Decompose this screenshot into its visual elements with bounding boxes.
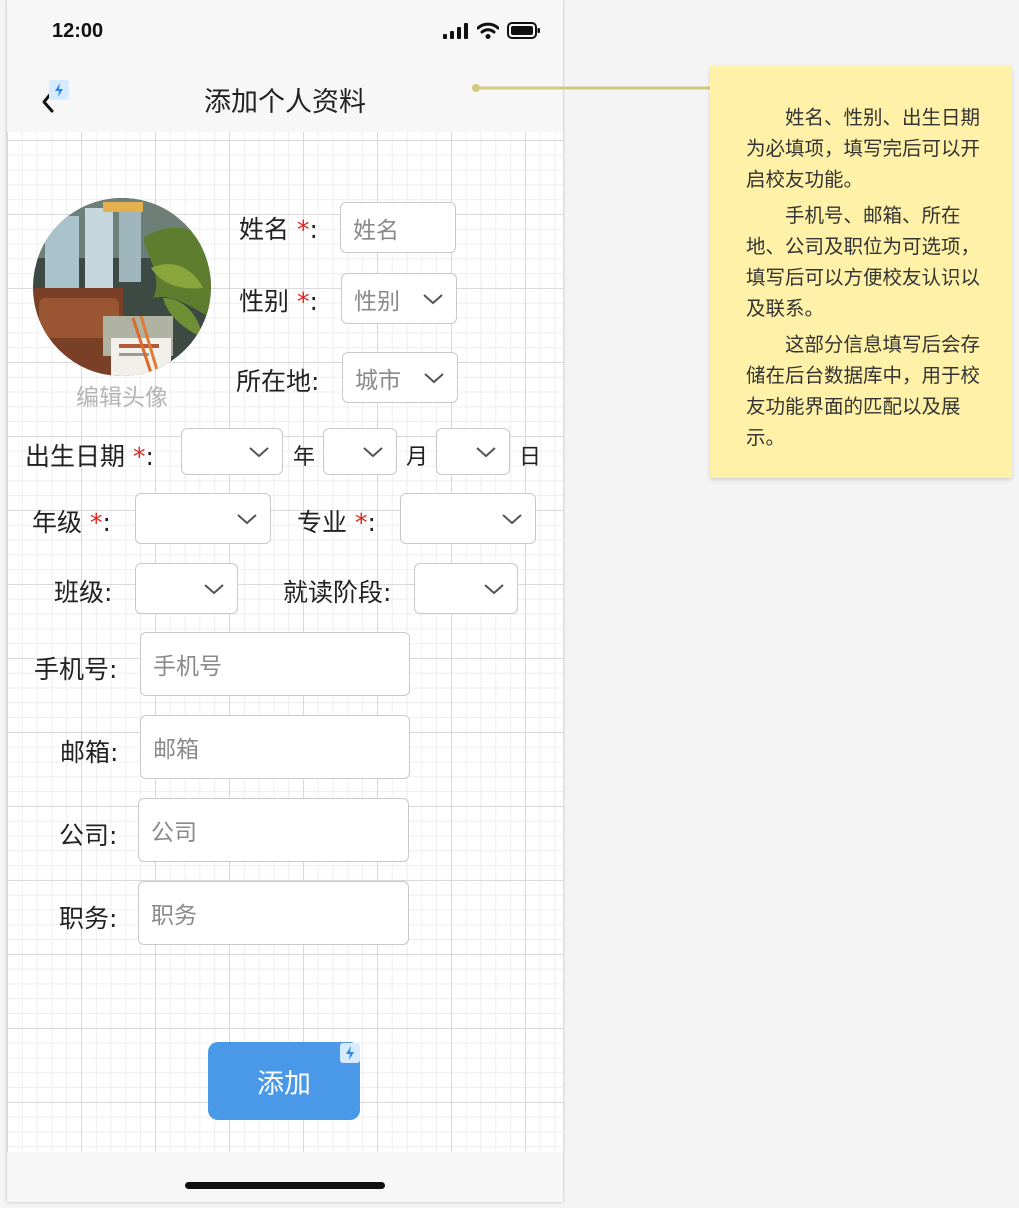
bottom-bar: [7, 1152, 563, 1202]
chevron-down-icon: [249, 446, 269, 457]
stage-select[interactable]: [414, 563, 518, 614]
chevron-down-icon: [237, 513, 257, 524]
position-label: 职务:: [59, 904, 118, 933]
phone-input[interactable]: 手机号: [140, 632, 410, 696]
add-button[interactable]: 添加: [208, 1042, 360, 1120]
wifi-icon: [477, 22, 499, 39]
month-unit-label: 月: [406, 445, 429, 470]
gender-select[interactable]: 性别: [341, 273, 457, 324]
location-select[interactable]: 城市: [342, 352, 458, 403]
birth-month-select[interactable]: [323, 428, 397, 475]
major-label: 专业 *:: [297, 508, 376, 537]
required-mark: *: [89, 508, 103, 537]
required-mark: *: [296, 215, 310, 244]
status-icons: [443, 22, 541, 39]
chevron-down-icon: [424, 372, 444, 383]
battery-icon: [507, 22, 540, 39]
gender-label: 性别 *:: [239, 287, 318, 316]
class-select[interactable]: [135, 563, 238, 614]
required-mark: *: [132, 442, 146, 471]
company-label: 公司:: [59, 821, 118, 850]
phone-frame: 12:00 添加个人资料 编辑头像 姓名 *: 姓名 性别 *: 性别 所在地:…: [7, 0, 563, 1202]
required-mark: *: [296, 287, 310, 316]
chevron-down-icon: [502, 513, 522, 524]
birth-year-select[interactable]: [181, 428, 283, 475]
status-bar: 12:00: [7, 0, 563, 62]
avatar-photo: [33, 198, 211, 376]
location-label: 所在地:: [236, 367, 320, 396]
chevron-down-icon: [363, 446, 383, 457]
email-input[interactable]: 邮箱: [140, 715, 410, 779]
birth-day-select[interactable]: [436, 428, 510, 475]
chevron-down-icon: [204, 583, 224, 594]
chevron-down-icon: [476, 446, 496, 457]
name-label: 姓名 *:: [239, 215, 318, 244]
annotation-note: 姓名、性别、出生日期为必填项，填写完后可以开启校友功能。 手机号、邮箱、所在地、…: [710, 66, 1012, 478]
lightning-icon: [340, 1043, 360, 1063]
birthdate-label: 出生日期 *:: [25, 442, 154, 471]
page-title: 添加个人资料: [204, 87, 366, 118]
annotation-paragraph: 手机号、邮箱、所在地、公司及职位为可选项，填写后可以方便校友认识以及联系。: [746, 204, 981, 320]
required-mark: *: [354, 508, 368, 537]
phone-label: 手机号:: [34, 655, 118, 684]
stage-label: 就读阶段:: [283, 578, 392, 607]
annotation-paragraph: 姓名、性别、出生日期为必填项，填写完后可以开启校友功能。: [746, 106, 981, 191]
home-indicator[interactable]: [185, 1182, 385, 1189]
day-unit-label: 日: [519, 445, 542, 470]
year-unit-label: 年: [293, 445, 316, 470]
signal-icon: [443, 22, 468, 39]
name-input[interactable]: 姓名: [340, 202, 456, 253]
major-select[interactable]: [400, 493, 536, 544]
nav-bar: 添加个人资料: [7, 62, 563, 132]
chevron-down-icon: [423, 293, 443, 304]
chevron-down-icon: [484, 583, 504, 594]
grade-label: 年级 *:: [32, 508, 111, 537]
position-input[interactable]: 职务: [138, 881, 409, 945]
email-label: 邮箱:: [60, 738, 119, 767]
company-input[interactable]: 公司: [138, 798, 409, 862]
grade-select[interactable]: [135, 493, 271, 544]
annotation-paragraph: 这部分信息填写后会存储在后台数据库中，用于校友功能界面的匹配以及展示。: [746, 333, 981, 449]
avatar[interactable]: [33, 198, 211, 376]
status-time: 12:00: [52, 20, 104, 42]
class-label: 班级:: [54, 578, 113, 607]
edit-avatar-label[interactable]: 编辑头像: [33, 378, 211, 412]
